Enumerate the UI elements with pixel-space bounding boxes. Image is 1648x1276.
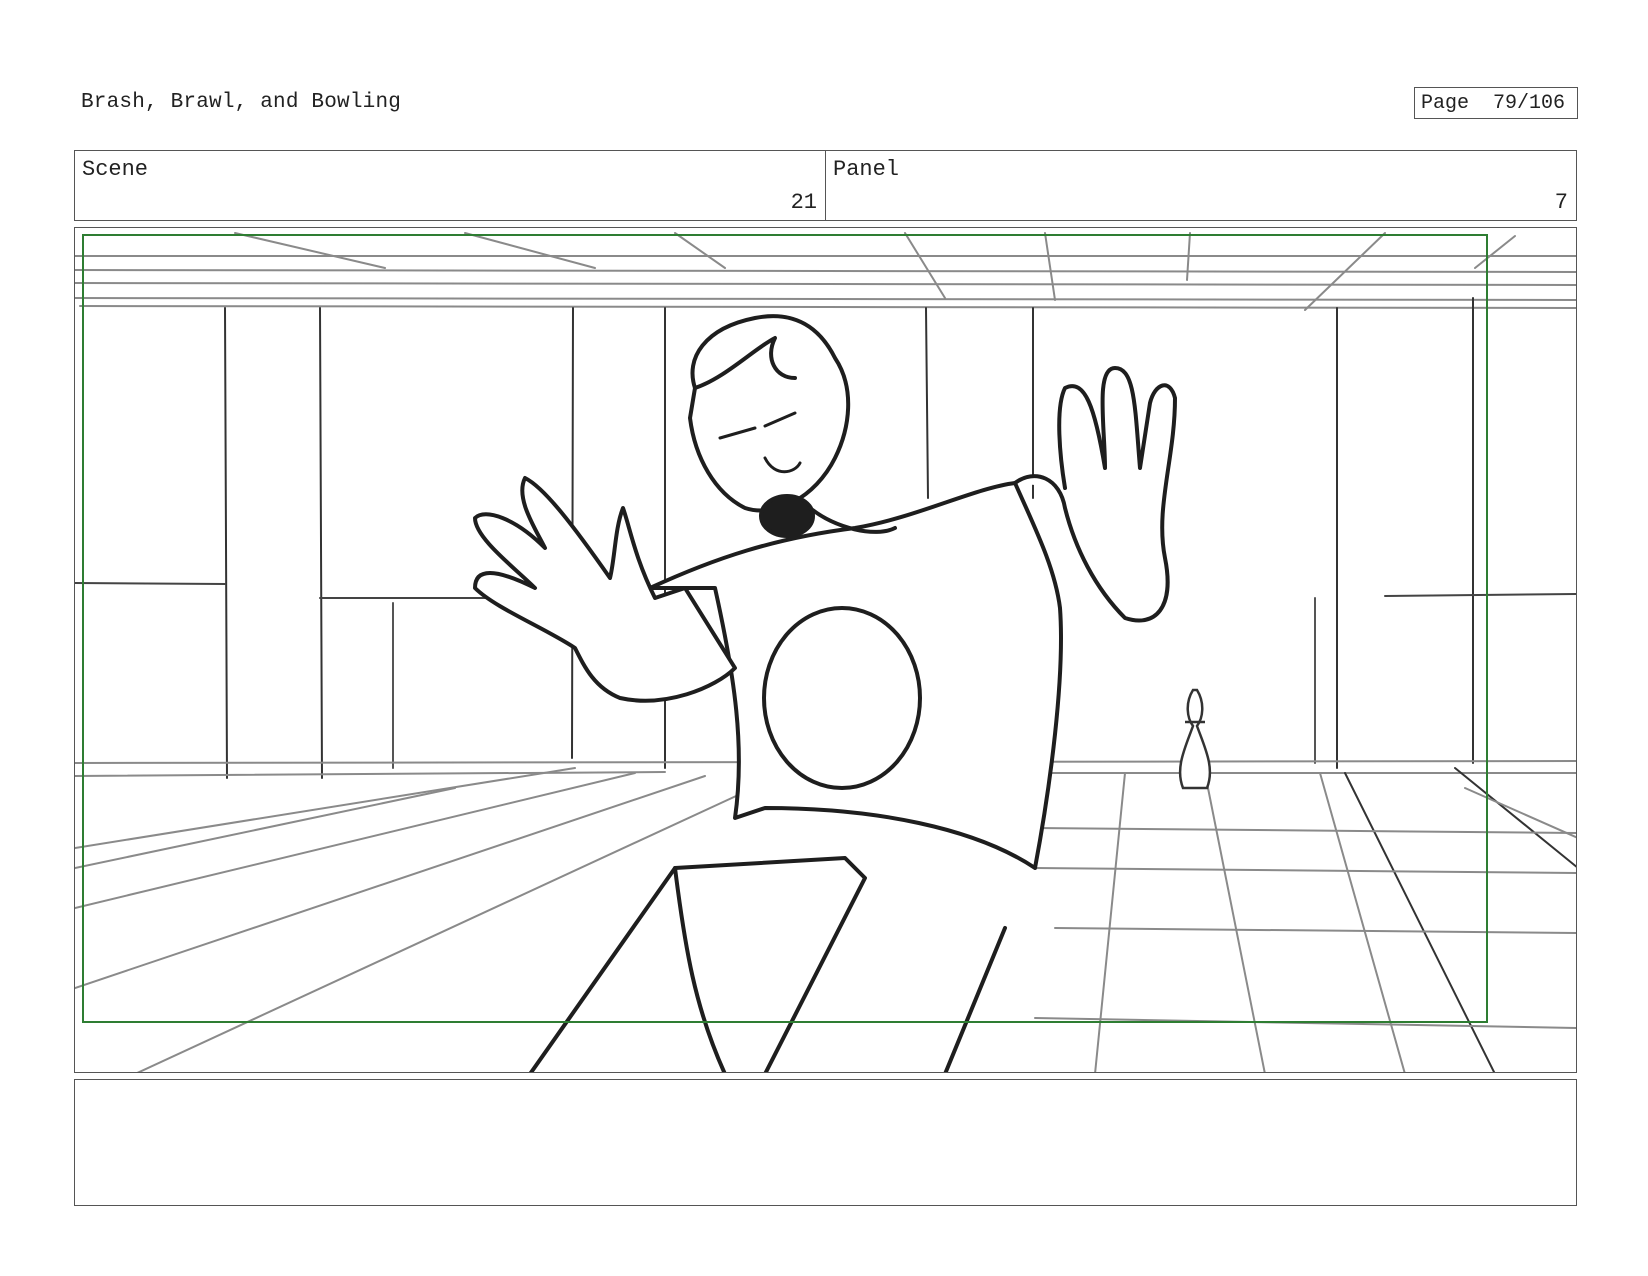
project-title: Brash, Brawl, and Bowling: [81, 91, 402, 114]
bowling-pin: [1178, 688, 1212, 790]
scene-label: Scene: [82, 157, 149, 182]
panel-cell: Panel 7: [825, 151, 1576, 220]
notes-box: [74, 1079, 1577, 1206]
scene-number: 21: [790, 190, 817, 215]
page-number: 79/106: [1493, 91, 1566, 115]
panel-label: Panel: [833, 157, 900, 182]
character-figure: [473, 314, 1177, 1072]
page-indicator: Page 79/106: [1414, 87, 1578, 119]
panel-sketch: [75, 232, 1576, 1072]
page-label: Page: [1421, 91, 1470, 115]
storyboard-panel: [74, 227, 1577, 1073]
scene-cell: Scene 21: [75, 151, 825, 220]
panel-number: 7: [1554, 190, 1568, 215]
scene-panel-info: Scene 21 Panel 7: [74, 150, 1577, 221]
